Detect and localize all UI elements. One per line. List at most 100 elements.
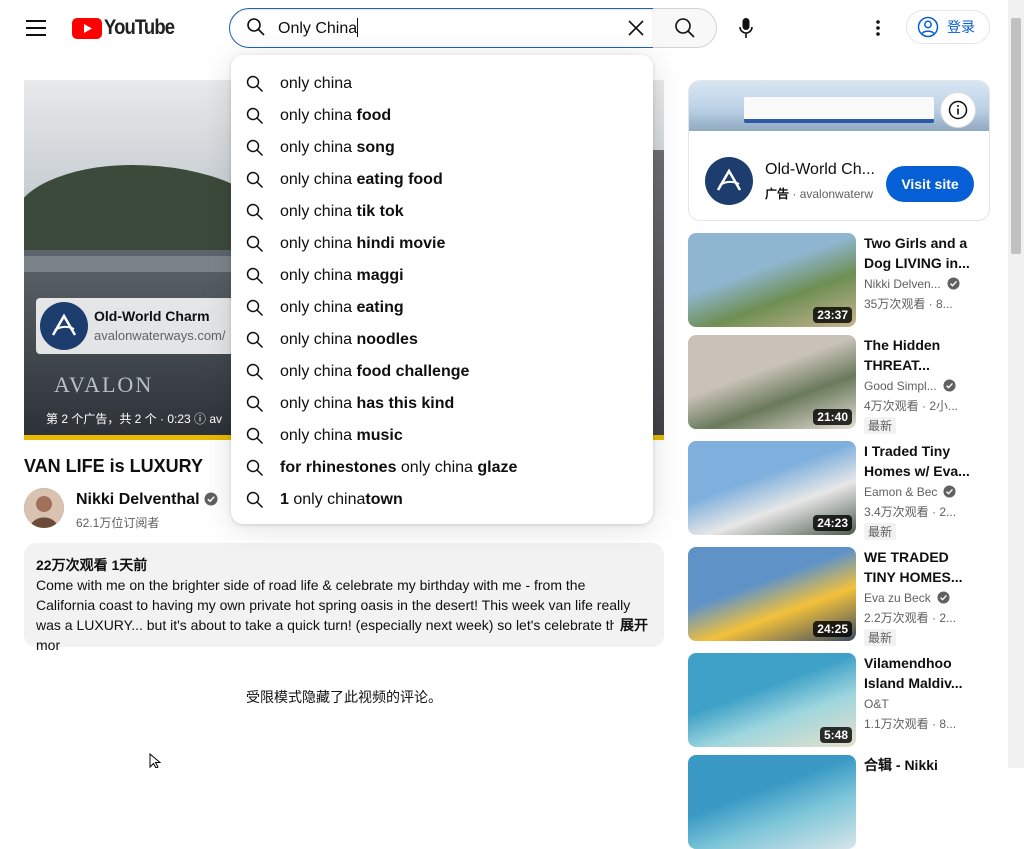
suggestion-text: only china food bbox=[280, 107, 391, 125]
search-suggestion[interactable]: only china food challenge bbox=[231, 355, 653, 387]
suggestion-text: only china eating bbox=[280, 299, 404, 317]
suggestion-query: only china bbox=[280, 267, 357, 284]
suggestion-text: only china has this kind bbox=[280, 395, 454, 413]
video-duration: 5:48 bbox=[819, 727, 852, 743]
search-input[interactable]: Only China bbox=[278, 18, 359, 38]
channel-name[interactable]: Nikki Delventhal bbox=[76, 491, 218, 509]
ad-panel-subtitle: 广告 · avalonwaterw bbox=[765, 187, 874, 201]
recommended-video-title[interactable]: Vilamendhoo Island Maldiv... bbox=[864, 653, 976, 693]
suggestion-query: only china bbox=[280, 235, 357, 252]
comments-disabled-message: 受限模式隐藏了此视频的评论。 bbox=[246, 689, 442, 705]
youtube-logo[interactable]: YouTube bbox=[72, 16, 184, 40]
info-icon bbox=[948, 100, 968, 120]
recommended-video-title[interactable]: The Hidden THREAT... bbox=[864, 335, 976, 375]
account-icon bbox=[917, 16, 939, 38]
voice-search-button[interactable] bbox=[726, 8, 766, 48]
suggestion-text: 1 only chinatown bbox=[280, 491, 403, 509]
suggestion-text: only china tik tok bbox=[280, 203, 404, 221]
suggestion-search-icon bbox=[246, 75, 264, 98]
channel-avatar[interactable] bbox=[24, 488, 64, 528]
search-icon bbox=[674, 18, 695, 38]
search-suggestion[interactable]: only china eating bbox=[231, 291, 653, 323]
search-suggestion[interactable]: only china hindi movie bbox=[231, 227, 653, 259]
recommended-video-title[interactable]: I Traded Tiny Homes w/ Eva... bbox=[864, 441, 976, 481]
scrollbar-thumb[interactable] bbox=[1011, 18, 1021, 254]
verified-icon bbox=[937, 591, 950, 604]
suggestion-query: only china bbox=[280, 299, 357, 316]
suggestion-search-icon bbox=[246, 427, 264, 450]
search-suggestion[interactable]: only china tik tok bbox=[231, 195, 653, 227]
video-thumbnail[interactable]: 5:48 bbox=[688, 653, 856, 747]
recommended-video-title[interactable]: WE TRADED TINY HOMES... bbox=[864, 547, 976, 587]
recommended-video[interactable]: 23:37 Two Girls and a Dog LIVING in... Nik… bbox=[688, 233, 990, 327]
suggestion-completion: food challenge bbox=[356, 363, 470, 380]
video-thumbnail[interactable]: 24:25 bbox=[688, 547, 856, 641]
recommended-channel-name[interactable]: Good Simpl... bbox=[864, 379, 956, 393]
search-suggestion[interactable]: only china has this kind bbox=[231, 387, 653, 419]
suggestion-search-icon bbox=[246, 171, 264, 194]
recommended-video[interactable]: 21:40 The Hidden THREAT... Good Simpl... 4万… bbox=[688, 335, 990, 434]
search-suggestion[interactable]: only china music bbox=[231, 419, 653, 451]
search-icon bbox=[246, 235, 264, 253]
recommended-video-title[interactable]: 合辑 - Nikki bbox=[864, 755, 976, 775]
clear-search-button[interactable] bbox=[618, 10, 654, 46]
search-suggestion[interactable]: only china eating food bbox=[231, 163, 653, 195]
new-badge: 最新 bbox=[864, 523, 897, 540]
suggestion-search-icon bbox=[246, 459, 264, 482]
recommended-video-meta: 2.2万次观看 · 2... bbox=[864, 611, 957, 625]
search-suggestion[interactable]: for rhinestones only china glaze bbox=[231, 451, 653, 483]
search-suggestion[interactable]: only china song bbox=[231, 131, 653, 163]
search-suggestion[interactable]: 1 only chinatown bbox=[231, 483, 653, 515]
suggestion-query: only china bbox=[280, 427, 357, 444]
search-suggestion[interactable]: only china bbox=[231, 67, 653, 99]
video-thumbnail[interactable]: 23:37 bbox=[688, 233, 856, 327]
recommended-video[interactable]: 24:25 WE TRADED TINY HOMES... Eva zu Beck 2… bbox=[688, 547, 990, 646]
ad-info-button[interactable] bbox=[941, 93, 975, 127]
suggestion-text: for rhinestones only china glaze bbox=[280, 459, 517, 477]
avalon-logo-icon bbox=[51, 313, 77, 336]
suggestion-completion: song bbox=[356, 139, 395, 156]
suggestion-text: only china maggi bbox=[280, 267, 404, 285]
search-suggestion[interactable]: only china noodles bbox=[231, 323, 653, 355]
video-duration: 21:40 bbox=[813, 409, 852, 425]
search-button[interactable] bbox=[653, 8, 717, 48]
recommended-channel-name[interactable]: O&T bbox=[864, 697, 889, 711]
more-vertical-icon bbox=[876, 20, 880, 36]
recommended-channel-name[interactable]: Eamon & Bec bbox=[864, 485, 956, 499]
ad-counter: 第 2 个广告，共 2 个 · 0:23 ⓘ av bbox=[46, 412, 223, 426]
sidebar-ad-panel[interactable]: Old-World Ch... 广告 · avalonwaterw Visit … bbox=[688, 80, 990, 221]
hamburger-icon bbox=[26, 20, 46, 36]
visit-site-button[interactable]: Visit site bbox=[886, 166, 974, 202]
suggestion-query: only china bbox=[280, 75, 353, 92]
recommended-channel-name[interactable]: Nikki Delven... bbox=[864, 277, 960, 291]
search-suggestion[interactable]: only china food bbox=[231, 99, 653, 131]
recommended-video-title[interactable]: Two Girls and a Dog LIVING in... bbox=[864, 233, 976, 273]
settings-menu-button[interactable] bbox=[858, 8, 898, 48]
video-thumbnail[interactable]: 21:40 bbox=[688, 335, 856, 429]
expand-description-button[interactable]: 展开 bbox=[614, 615, 648, 635]
ad-brand-mark: AVALON bbox=[54, 372, 154, 397]
recommended-channel-name[interactable]: Eva zu Beck bbox=[864, 591, 950, 605]
description-box[interactable]: 22万次观看 1天前 Come with me on the brighter … bbox=[24, 543, 664, 653]
recommended-video[interactable]: 合辑 - Nikki bbox=[688, 755, 990, 849]
ad-panel-logo bbox=[705, 157, 753, 205]
suggestion-completion: tik tok bbox=[356, 203, 404, 220]
video-duration: 24:23 bbox=[813, 515, 852, 531]
suggestion-text: only china song bbox=[280, 139, 395, 157]
recommended-video[interactable]: 5:48 Vilamendhoo Island Maldiv... O&T 1.1万次… bbox=[688, 653, 990, 747]
sign-in-button[interactable]: 登录 bbox=[906, 10, 990, 44]
suggestion-completion: for rhinestones bbox=[280, 459, 401, 476]
recommended-video[interactable]: 24:23 I Traded Tiny Homes w/ Eva... Eamon … bbox=[688, 441, 990, 540]
video-duration: 24:25 bbox=[813, 621, 852, 637]
search-icon bbox=[246, 427, 264, 445]
video-thumbnail[interactable]: 24:23 bbox=[688, 441, 856, 535]
suggestion-text: only china noodles bbox=[280, 331, 418, 349]
subscriber-count: 62.1万位订阅者 bbox=[76, 516, 160, 530]
video-duration: 23:37 bbox=[813, 307, 852, 323]
search-suggestion[interactable]: only china maggi bbox=[231, 259, 653, 291]
video-thumbnail[interactable] bbox=[688, 755, 856, 849]
suggestion-completion: glaze bbox=[472, 459, 518, 476]
suggestion-completion: hindi movie bbox=[356, 235, 446, 252]
suggestion-text: only china eating food bbox=[280, 171, 443, 189]
menu-button[interactable] bbox=[16, 8, 56, 48]
